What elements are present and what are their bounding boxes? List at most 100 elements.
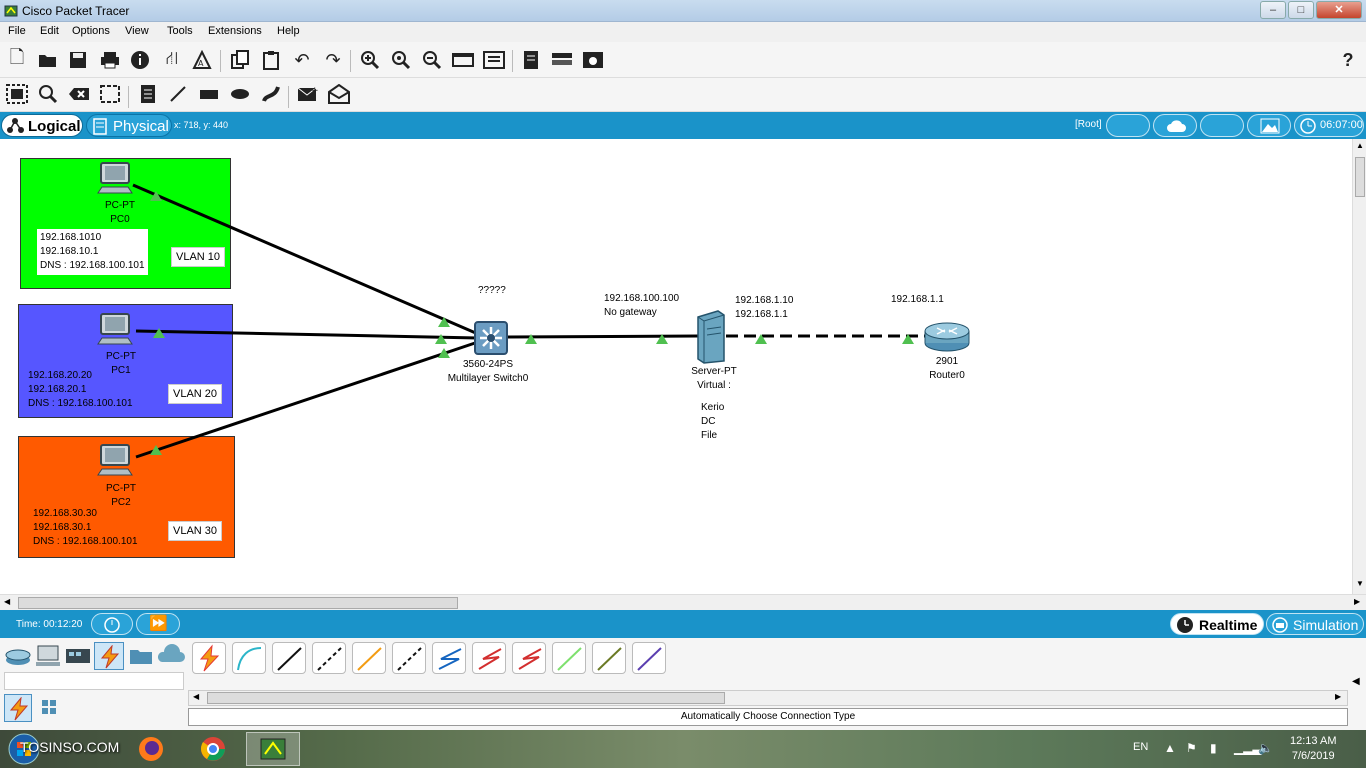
server-icon[interactable]: [694, 309, 728, 365]
connection-type-button[interactable]: [592, 642, 626, 674]
vertical-scroll-thumb[interactable]: [1355, 157, 1365, 197]
connections-category-button[interactable]: [94, 642, 124, 670]
connection-type-button[interactable]: [472, 642, 506, 674]
maximize-button[interactable]: □: [1288, 1, 1314, 19]
server-note-left[interactable]: 192.168.100.100 No gateway: [604, 292, 680, 320]
redo-icon[interactable]: ↷: [321, 48, 345, 72]
open-folder-icon[interactable]: [36, 48, 60, 72]
switch-label[interactable]: 3560-24PS Multilayer Switch0: [440, 358, 536, 386]
input-language[interactable]: EN: [1133, 741, 1148, 753]
connection-type-button[interactable]: [352, 642, 386, 674]
tab-physical[interactable]: Physical: [86, 114, 172, 137]
freeform-icon[interactable]: [259, 82, 283, 106]
move-object-button[interactable]: [1200, 114, 1244, 137]
help-icon[interactable]: ?: [1336, 48, 1360, 72]
simulation-mode-button[interactable]: Simulation: [1266, 613, 1364, 635]
firefox-taskbar-button[interactable]: [124, 732, 178, 766]
action-center-icon[interactable]: ⚑: [1186, 741, 1197, 755]
cluster-icon[interactable]: [550, 48, 574, 72]
volume-icon[interactable]: 🔈: [1258, 741, 1273, 755]
collapse-palette-icon[interactable]: ◀: [1352, 676, 1360, 687]
place-note-icon[interactable]: [136, 82, 160, 106]
connection-type-button[interactable]: [232, 642, 266, 674]
cloud-button[interactable]: [1153, 114, 1197, 137]
workspace-vertical-scrollbar[interactable]: ▲ ▼: [1352, 139, 1366, 594]
pc0-icon[interactable]: [96, 161, 136, 197]
draw-line-icon[interactable]: [166, 82, 190, 106]
info-icon[interactable]: [128, 48, 152, 72]
fast-forward-button[interactable]: ⏩: [136, 613, 180, 635]
connection-type-button[interactable]: [312, 642, 346, 674]
menu-file[interactable]: File: [8, 25, 26, 37]
connection-type-button[interactable]: [192, 642, 226, 674]
print-icon[interactable]: [98, 48, 122, 72]
inspect-icon[interactable]: [36, 82, 60, 106]
switch-note[interactable]: ?????: [478, 284, 506, 298]
zoom-out-icon[interactable]: [420, 48, 444, 72]
pc2-icon[interactable]: [96, 443, 136, 479]
device-search-field[interactable]: [4, 672, 184, 690]
show-hidden-icons-icon[interactable]: ▲: [1164, 741, 1176, 755]
server-services-note[interactable]: Kerio DC File: [699, 400, 729, 444]
document-icon[interactable]: [519, 48, 543, 72]
connection-type-button[interactable]: [552, 642, 586, 674]
router-note[interactable]: 192.168.1.1: [891, 293, 944, 307]
zoom-reset-icon[interactable]: [389, 48, 413, 72]
menu-tools[interactable]: Tools: [167, 25, 193, 37]
pc1-label[interactable]: PC-PT PC1: [99, 350, 143, 378]
copy-icon[interactable]: [228, 48, 252, 72]
packet-tracer-taskbar-button[interactable]: [246, 732, 300, 766]
connection-type-button[interactable]: [272, 642, 306, 674]
network-info-icon[interactable]: ⛙: [160, 48, 184, 72]
new-file-icon[interactable]: 🗋: [5, 47, 29, 72]
draw-rectangle-icon[interactable]: [197, 82, 221, 106]
realtime-mode-button[interactable]: Realtime: [1170, 613, 1264, 635]
scroll-right-icon[interactable]: ▶: [1354, 597, 1360, 606]
resize-shape-icon[interactable]: [98, 82, 122, 106]
palette-scroll-thumb[interactable]: [207, 692, 725, 704]
network-devices-icon[interactable]: [4, 644, 32, 668]
menu-options[interactable]: Options: [72, 25, 110, 37]
auto-connection-type-button[interactable]: [4, 694, 32, 722]
power-cycle-button[interactable]: [91, 613, 133, 635]
menu-extensions[interactable]: Extensions: [208, 25, 262, 37]
paste-icon[interactable]: [259, 48, 283, 72]
menu-view[interactable]: View: [125, 25, 149, 37]
custom-device-dialog-icon[interactable]: [482, 48, 506, 72]
menu-help[interactable]: Help: [277, 25, 300, 37]
pc0-label[interactable]: PC-PT PC0: [98, 199, 142, 227]
router-icon[interactable]: [922, 319, 972, 353]
tab-logical[interactable]: Logical: [1, 114, 83, 137]
server-label[interactable]: Server-PT Virtual :: [684, 365, 744, 393]
scroll-left-icon[interactable]: ◀: [4, 597, 10, 606]
add-complex-pdu-icon[interactable]: [327, 82, 351, 106]
undo-icon[interactable]: ↶: [290, 48, 314, 72]
connection-type-button[interactable]: [432, 642, 466, 674]
multiuser-connection-icon[interactable]: [156, 644, 186, 668]
end-devices-icon[interactable]: [34, 644, 62, 668]
add-simple-pdu-icon[interactable]: +: [296, 82, 320, 106]
scroll-down-icon[interactable]: ▼: [1356, 579, 1364, 588]
menu-edit[interactable]: Edit: [40, 25, 59, 37]
device-browser-icon[interactable]: [581, 48, 605, 72]
delete-icon[interactable]: [67, 82, 91, 106]
close-button[interactable]: ✕: [1316, 1, 1362, 19]
taskbar-clock[interactable]: 12:13 AM 7/6/2019: [1290, 734, 1336, 764]
multilayer-switch-icon[interactable]: [472, 319, 510, 357]
connection-type-button[interactable]: [512, 642, 546, 674]
drawing-palette-icon[interactable]: [451, 48, 475, 72]
draw-ellipse-icon[interactable]: [228, 82, 252, 106]
select-icon[interactable]: [5, 82, 29, 106]
components-icon[interactable]: [64, 644, 92, 668]
zoom-in-icon[interactable]: [358, 48, 382, 72]
chrome-taskbar-button[interactable]: [186, 732, 240, 766]
router-label[interactable]: 2901 Router0: [920, 355, 974, 383]
pc1-icon[interactable]: [96, 312, 136, 348]
palette-scrollbar[interactable]: ◀ ▶: [188, 690, 1348, 706]
logical-workspace[interactable]: 192.168.1010 192.168.10.1 DNS : 192.168.…: [0, 139, 1352, 594]
workspace-horizontal-scrollbar[interactable]: ◀ ▶: [0, 594, 1366, 610]
new-cluster-button[interactable]: [1106, 114, 1150, 137]
save-icon[interactable]: [66, 48, 90, 72]
root-label[interactable]: [Root]: [1075, 119, 1102, 130]
miscellaneous-icon[interactable]: [128, 644, 154, 668]
